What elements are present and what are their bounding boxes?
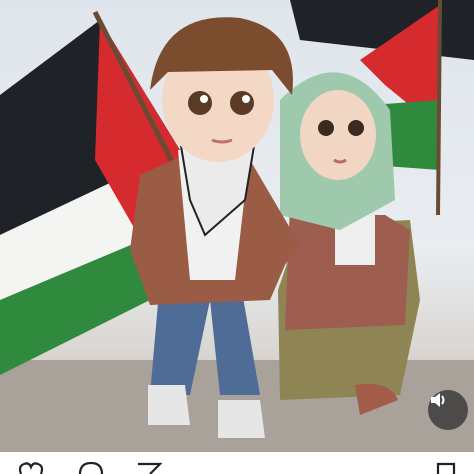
illustration [0,0,474,452]
comment-icon[interactable] [78,462,104,474]
speaker-icon [431,393,445,407]
share-icon[interactable] [136,462,162,474]
post-image[interactable] [0,0,474,452]
post-actions-bar [0,452,474,474]
heart-icon[interactable] [18,462,44,474]
sound-toggle-button[interactable] [428,390,468,430]
bookmark-icon[interactable] [436,462,456,474]
